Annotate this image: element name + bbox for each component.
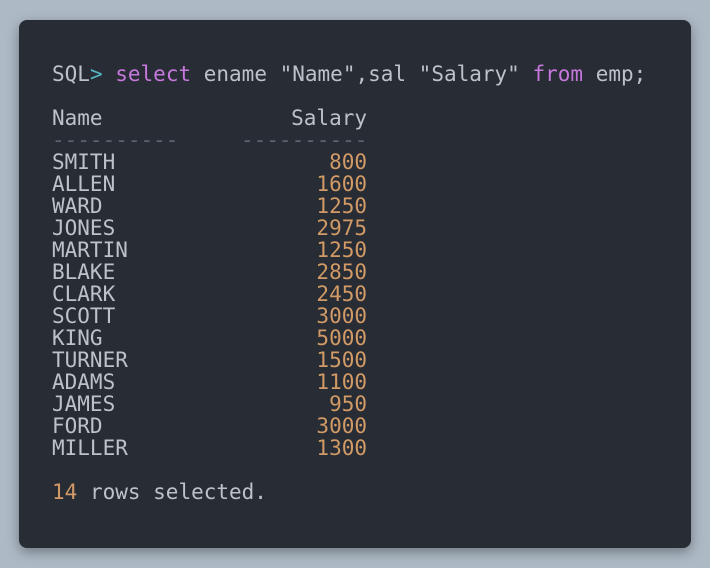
table-row: MILLER 1300 — [52, 437, 367, 459]
column-header-name: Name — [52, 106, 103, 130]
table-row: FORD 3000 — [52, 415, 367, 437]
sql-text: ename "Name",sal "Salary" — [191, 62, 533, 86]
table-row: JONES 2975 — [52, 217, 367, 239]
result-footer: 14 rows selected. — [52, 481, 267, 503]
employee-salary: 5000 — [316, 326, 367, 350]
employee-salary: 2850 — [316, 260, 367, 284]
result-separator-row: ---------- ---------- — [52, 129, 367, 151]
employee-salary: 1250 — [316, 194, 367, 218]
sql-keyword: from — [532, 62, 584, 86]
row-count-label: rows selected. — [77, 480, 267, 504]
employee-name: SCOTT — [52, 304, 116, 328]
command-line: SQL> select ename "Name",sal "Salary" fr… — [52, 63, 646, 85]
employee-name: ADAMS — [52, 370, 116, 394]
employee-salary: 800 — [329, 150, 367, 174]
employee-name: TURNER — [52, 348, 128, 372]
sql-keyword: select — [115, 62, 192, 86]
prompt-symbol: > — [89, 62, 103, 86]
employee-salary: 2975 — [316, 216, 367, 240]
table-row: CLARK 2450 — [52, 283, 367, 305]
terminal-window: SQL> select ename "Name",sal "Salary" fr… — [19, 20, 691, 548]
employee-name: JAMES — [52, 392, 116, 416]
separator-salary: ---------- — [241, 128, 368, 152]
table-row: BLAKE 2850 — [52, 261, 367, 283]
table-row: TURNER 1500 — [52, 349, 367, 371]
employee-salary: 1600 — [316, 172, 367, 196]
sql-prompt: SQL — [52, 62, 90, 86]
employee-name: JONES — [52, 216, 116, 240]
employee-name: WARD — [52, 194, 103, 218]
employee-name: FORD — [52, 414, 103, 438]
employee-name: CLARK — [52, 282, 116, 306]
employee-name: MILLER — [52, 436, 128, 460]
employee-salary: 950 — [329, 392, 367, 416]
employee-salary: 1300 — [316, 436, 367, 460]
row-count: 14 — [52, 480, 78, 504]
table-row: ADAMS 1100 — [52, 371, 367, 393]
employee-name: ALLEN — [52, 172, 116, 196]
employee-salary: 1250 — [316, 238, 367, 262]
employee-salary: 1500 — [316, 348, 367, 372]
table-row: JAMES 950 — [52, 393, 367, 415]
table-row: SMITH 800 — [52, 151, 367, 173]
separator-name: ---------- — [52, 128, 179, 152]
table-row: ALLEN 1600 — [52, 173, 367, 195]
employee-name: KING — [52, 326, 103, 350]
employee-name: BLAKE — [52, 260, 116, 284]
command-text: select ename "Name",sal "Salary" from em… — [115, 62, 646, 86]
table-row: KING 5000 — [52, 327, 367, 349]
table-row: WARD 1250 — [52, 195, 367, 217]
employee-name: MARTIN — [52, 238, 128, 262]
employee-salary: 1100 — [316, 370, 367, 394]
result-header-row: Name Salary — [52, 107, 367, 129]
table-row: MARTIN 1250 — [52, 239, 367, 261]
sql-text: emp; — [583, 62, 647, 86]
table-row: SCOTT 3000 — [52, 305, 367, 327]
column-header-salary: Salary — [291, 106, 367, 130]
employee-name: SMITH — [52, 150, 116, 174]
result-rows: SMITH 800 ALLEN 1600 WARD 1250 JONES 2975 MARTIN… — [52, 151, 367, 459]
employee-salary: 3000 — [316, 414, 367, 438]
employee-salary: 2450 — [316, 282, 367, 306]
employee-salary: 3000 — [316, 304, 367, 328]
